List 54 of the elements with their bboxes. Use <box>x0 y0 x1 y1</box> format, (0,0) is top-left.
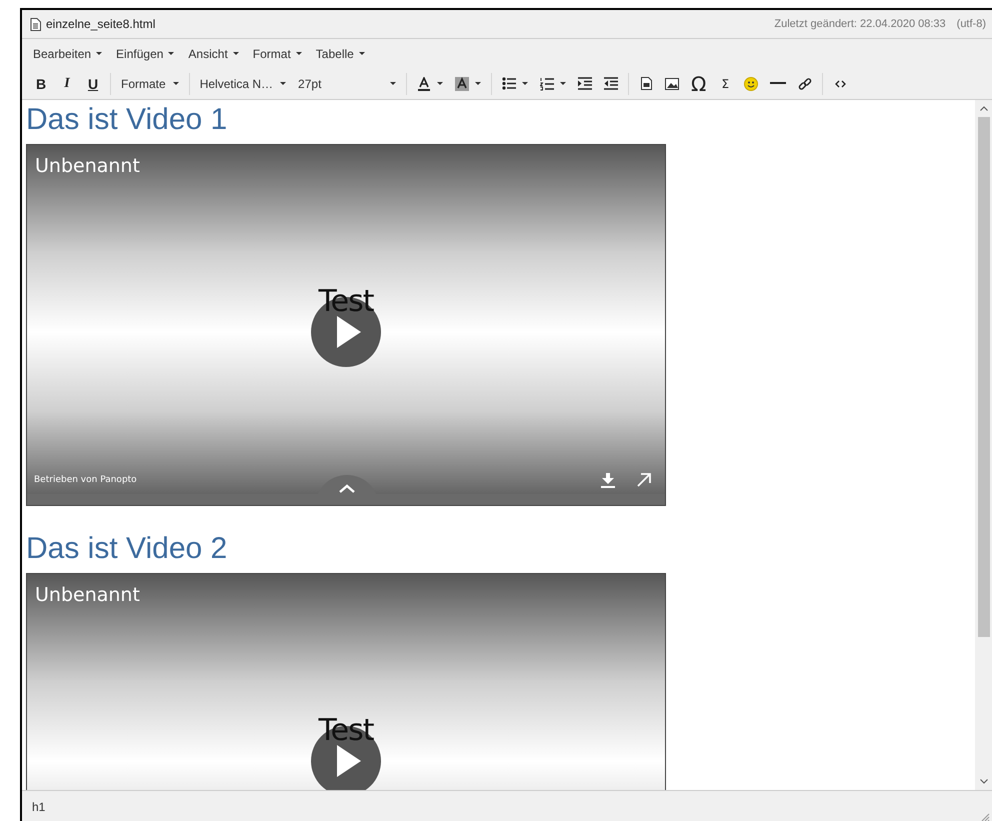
dropdown[interactable]: 27pt <box>292 70 402 96</box>
toolbar-button[interactable]: Ω <box>685 70 712 96</box>
chevron-up-icon <box>339 484 355 493</box>
caret-icon <box>172 82 179 85</box>
toolbar-button[interactable]: U <box>80 70 106 96</box>
scroll-down-icon[interactable] <box>980 779 988 784</box>
scrollbar-thumb[interactable] <box>978 117 990 637</box>
caret-icon <box>296 52 302 55</box>
download-icon[interactable] <box>601 472 615 488</box>
toolbar-button[interactable]: B <box>28 70 54 96</box>
caret-icon <box>232 52 239 55</box>
bullet-list-icon <box>502 77 516 90</box>
image-icon <box>665 78 680 90</box>
toolbar-button[interactable]: I <box>54 70 80 96</box>
modified-date: Zuletzt geändert: 22.04.2020 08:33 <box>774 18 946 30</box>
video-title: Unbenannt <box>35 584 140 606</box>
resize-grip-icon[interactable] <box>981 813 990 821</box>
caret-icon <box>560 82 566 85</box>
font-color-icon <box>417 76 432 90</box>
caret-icon <box>437 82 444 85</box>
menu-item[interactable]: Format <box>246 42 309 64</box>
heading: Das ist Video 2 <box>26 532 228 566</box>
credit-text: Betrieben von Panopto <box>34 475 138 485</box>
expand-icon[interactable] <box>637 473 651 487</box>
smiley-icon <box>744 76 758 90</box>
scroll-up-icon[interactable] <box>980 106 988 111</box>
dropdown[interactable]: Helvetica N… <box>194 70 292 96</box>
document-icon <box>30 18 41 30</box>
caret-icon <box>280 82 286 85</box>
heading: Das ist Video 1 <box>26 103 228 137</box>
video-title: Unbenannt <box>35 155 140 177</box>
outdent-icon <box>604 77 618 90</box>
caret-icon <box>390 82 396 85</box>
caret-icon <box>522 82 528 85</box>
menu-item[interactable]: Einfügen <box>109 42 182 64</box>
highlight-color-icon <box>455 76 470 90</box>
element-path: h1 <box>32 800 46 814</box>
media-icon <box>640 77 652 90</box>
toolbar-button[interactable]: Σ <box>712 70 738 96</box>
menu-item[interactable]: Tabelle <box>308 42 372 64</box>
window-title: einzelne_seite8.html <box>46 17 156 31</box>
numbered-list-icon <box>540 76 554 90</box>
caret-icon <box>358 52 365 55</box>
dropdown[interactable]: Formate <box>115 70 185 96</box>
caret-icon <box>96 52 102 55</box>
caret-icon <box>475 82 482 85</box>
caret-icon <box>168 52 174 55</box>
code-icon <box>834 80 846 88</box>
indent-icon <box>578 77 592 90</box>
encoding-label: (utf-8) <box>956 18 986 30</box>
menu-item[interactable]: Bearbeiten <box>26 42 110 64</box>
menu-item[interactable]: Ansicht <box>181 42 246 64</box>
link-icon <box>798 76 812 90</box>
horizontal-line-icon <box>770 82 786 85</box>
